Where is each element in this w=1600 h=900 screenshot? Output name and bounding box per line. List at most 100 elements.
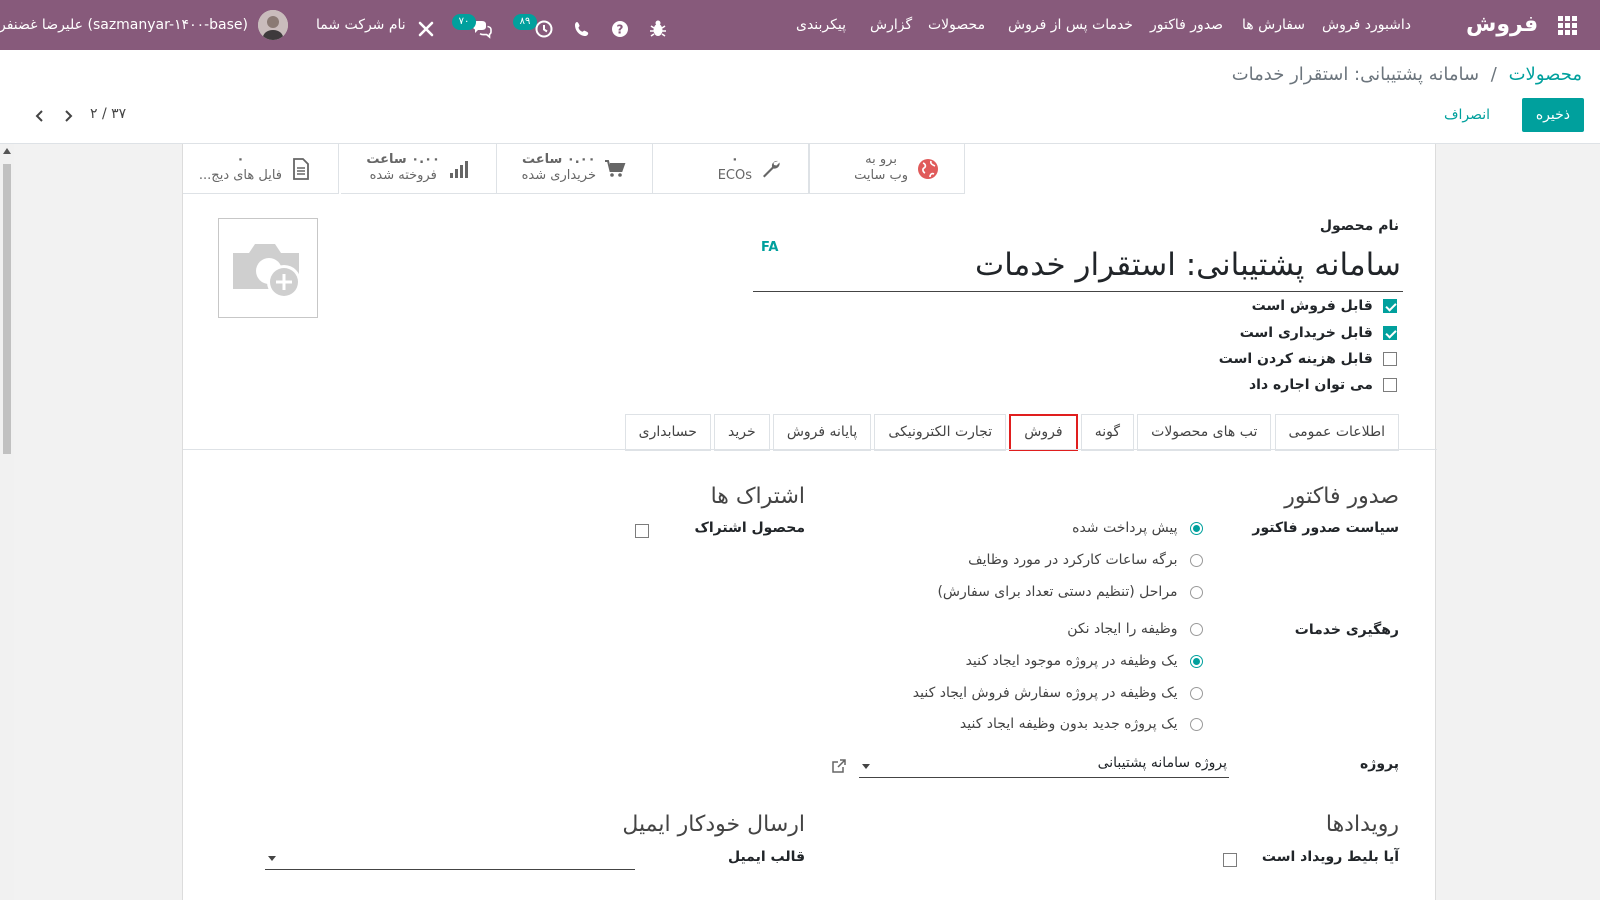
ecos-count: ۰: [730, 152, 739, 167]
project-label: پروژه: [1360, 756, 1399, 772]
service-tracking-task-existing-radio[interactable]: [1190, 654, 1203, 668]
menu-products[interactable]: محصولات: [928, 0, 985, 50]
tab-sales[interactable]: فروش: [1009, 414, 1078, 451]
invoicing-section-title: صدور فاکتور: [1284, 484, 1399, 509]
external-link-icon[interactable]: [831, 758, 847, 774]
invoice-policy-timesheets-radio[interactable]: [1190, 553, 1203, 567]
invoice-policy-milestones-radio[interactable]: [1190, 585, 1203, 599]
tab-accounting[interactable]: حسابداری: [624, 414, 711, 451]
project-dropdown-icon[interactable]: [862, 764, 870, 769]
tab-product-tabs[interactable]: تب های محصولات: [1137, 414, 1272, 451]
scrollbar-thumb[interactable]: [3, 164, 11, 454]
menu-invoicing[interactable]: صدور فاکتور: [1150, 0, 1223, 50]
company-switcher[interactable]: نام شرکت شما: [316, 0, 406, 50]
product-form-sheet: برو به وب سایت ۰ ECOs ۰.۰۰ ساعت خریداری …: [182, 144, 1437, 900]
breadcrumb-separator: /: [1490, 64, 1497, 85]
purchased-value: ۰.۰۰ ساعت: [522, 152, 596, 167]
can-be-expensed-checkbox[interactable]: [1383, 352, 1397, 366]
smart-button-box: برو به وب سایت ۰ ECOs ۰.۰۰ ساعت خریداری …: [183, 144, 965, 194]
pager-value[interactable]: ۲ / ۳۷: [90, 106, 126, 122]
tab-general-info[interactable]: اطلاعات عمومی: [1274, 414, 1399, 451]
breadcrumb-current: سامانه پشتیبانی: استقرار خدمات: [1231, 64, 1480, 85]
pager-next-icon[interactable]: [58, 106, 78, 126]
breadcrumb-products-link[interactable]: محصولات: [1509, 64, 1582, 85]
discard-button[interactable]: انصراف: [1438, 98, 1496, 132]
save-button[interactable]: ذخیره: [1521, 98, 1584, 132]
product-image-upload[interactable]: [218, 218, 318, 318]
app-brand[interactable]: فروش: [1466, 0, 1538, 50]
tools-icon[interactable]: [414, 13, 438, 37]
tab-purchase[interactable]: خرید: [714, 414, 770, 451]
wrench-icon: [763, 160, 780, 178]
apps-menu-icon[interactable]: [1554, 13, 1584, 37]
can-be-sold-row: قابل فروش است: [1252, 298, 1397, 318]
sold-value: ۰.۰۰ ساعت: [366, 152, 440, 167]
service-tracking-task-so-project[interactable]: یک وظیفه در پروژه سفارش فروش ایجاد کنید: [913, 685, 1203, 705]
sold-button[interactable]: ۰.۰۰ ساعت فروخته شده: [341, 144, 497, 194]
invoice-policy-label: سیاست صدور فاکتور: [1252, 520, 1399, 536]
service-tracking-task-existing-label: یک وظیفه در پروژه موجود ایجاد کنید: [965, 653, 1178, 669]
tab-variants[interactable]: گونه: [1080, 414, 1134, 451]
service-tracking-no-task-radio[interactable]: [1190, 622, 1203, 636]
email-template-label: قالب ایمیل: [727, 849, 805, 865]
product-name-input[interactable]: سامانه پشتیبانی: استقرار خدمات: [753, 240, 1403, 292]
auto-email-section-title: ارسال خودکار ایمیل: [622, 812, 805, 837]
menu-configuration[interactable]: پیکربندی: [796, 0, 846, 50]
pager-previous-icon[interactable]: [30, 106, 50, 126]
purchased-label: خریداری شده: [521, 168, 596, 183]
ecos-label: ECOs: [717, 168, 752, 183]
purchased-button[interactable]: ۰.۰۰ ساعت خریداری شده: [497, 144, 653, 194]
digital-files-label: فایل های دیج...: [198, 168, 282, 183]
digital-files-count: ۰: [236, 152, 245, 167]
menu-orders[interactable]: سفارش ها: [1242, 0, 1305, 50]
menu-after-sales[interactable]: خدمات پس از فروش: [1008, 0, 1133, 50]
notebook-tabs: اطلاعات عمومی تب های محصولات گونه فروش ت…: [624, 414, 1399, 451]
messages-badge: ۷۰: [452, 14, 476, 30]
invoice-policy-prepaid-radio[interactable]: [1190, 521, 1203, 535]
invoice-policy-timesheets[interactable]: برگه ساعات کارکرد در مورد وظایف: [968, 552, 1203, 572]
service-tracking-new-project[interactable]: یک پروژه جدید بدون وظیفه ایجاد کنید: [960, 716, 1203, 736]
go-to-website-button[interactable]: برو به وب سایت: [809, 144, 965, 194]
invoice-policy-milestones[interactable]: مراحل (تنظیم دستی تعداد برای سفارش): [937, 584, 1203, 604]
service-tracking-new-project-radio[interactable]: [1190, 717, 1203, 731]
website-line-2: وب سایت: [854, 168, 908, 183]
can-be-expensed-row: قابل هزینه کردن است: [1219, 351, 1397, 371]
page-scrollbar[interactable]: [0, 144, 14, 900]
subscription-product-label: محصول اشتراک: [694, 520, 805, 536]
can-be-rented-checkbox[interactable]: [1383, 378, 1397, 392]
help-icon[interactable]: ?: [608, 13, 632, 37]
can-be-sold-checkbox[interactable]: [1383, 299, 1397, 313]
subscription-product-checkbox[interactable]: [635, 524, 649, 538]
tab-ecommerce[interactable]: تجارت الکترونیکی: [874, 414, 1007, 451]
project-field[interactable]: پروژه سامانه پشتیبانی: [859, 750, 1229, 778]
can-be-sold-label: قابل فروش است: [1251, 298, 1373, 314]
phone-icon[interactable]: [570, 13, 594, 37]
digital-files-button[interactable]: ۰ فایل های دیج...: [183, 144, 339, 194]
invoice-policy-prepaid-label: پیش پرداخت شده: [1072, 520, 1178, 536]
invoice-policy-prepaid[interactable]: پیش پرداخت شده: [1072, 520, 1203, 540]
service-tracking-task-so-project-radio[interactable]: [1190, 686, 1203, 700]
user-avatar[interactable]: [258, 10, 288, 40]
event-ticket-checkbox[interactable]: [1223, 853, 1237, 867]
menu-sales-dashboard[interactable]: داشبورد فروش: [1322, 0, 1411, 50]
ecos-button[interactable]: ۰ ECOs: [653, 144, 809, 194]
can-be-rented-label: می توان اجاره داد: [1248, 377, 1373, 393]
camera-add-icon: [233, 244, 301, 299]
service-tracking-task-existing[interactable]: یک وظیفه در پروژه موجود ایجاد کنید: [966, 653, 1203, 673]
globe-icon: [918, 159, 938, 179]
menu-reporting[interactable]: گزارش: [870, 0, 912, 50]
user-menu[interactable]: علیرضا غضنفری (sazmanyar-۱۴۰۰-base): [0, 0, 248, 50]
email-template-field[interactable]: [265, 842, 635, 870]
sold-label: فروخته شده: [369, 168, 437, 183]
tab-point-of-sale[interactable]: پایانه فروش: [772, 414, 872, 451]
events-section-title: رویدادها: [1325, 812, 1399, 837]
debug-bug-icon[interactable]: [646, 13, 670, 37]
email-template-dropdown-icon[interactable]: [268, 856, 276, 861]
translate-language-button[interactable]: FA: [761, 240, 778, 255]
service-tracking-new-project-label: یک پروژه جدید بدون وظیفه ایجاد کنید: [959, 716, 1178, 732]
scroll-up-icon[interactable]: [3, 148, 11, 154]
service-tracking-no-task[interactable]: وظیفه را ایجاد نکن: [1067, 621, 1203, 641]
file-icon: [293, 158, 309, 180]
can-be-purchased-checkbox[interactable]: [1383, 326, 1397, 340]
can-be-rented-row: می توان اجاره داد: [1249, 377, 1397, 397]
